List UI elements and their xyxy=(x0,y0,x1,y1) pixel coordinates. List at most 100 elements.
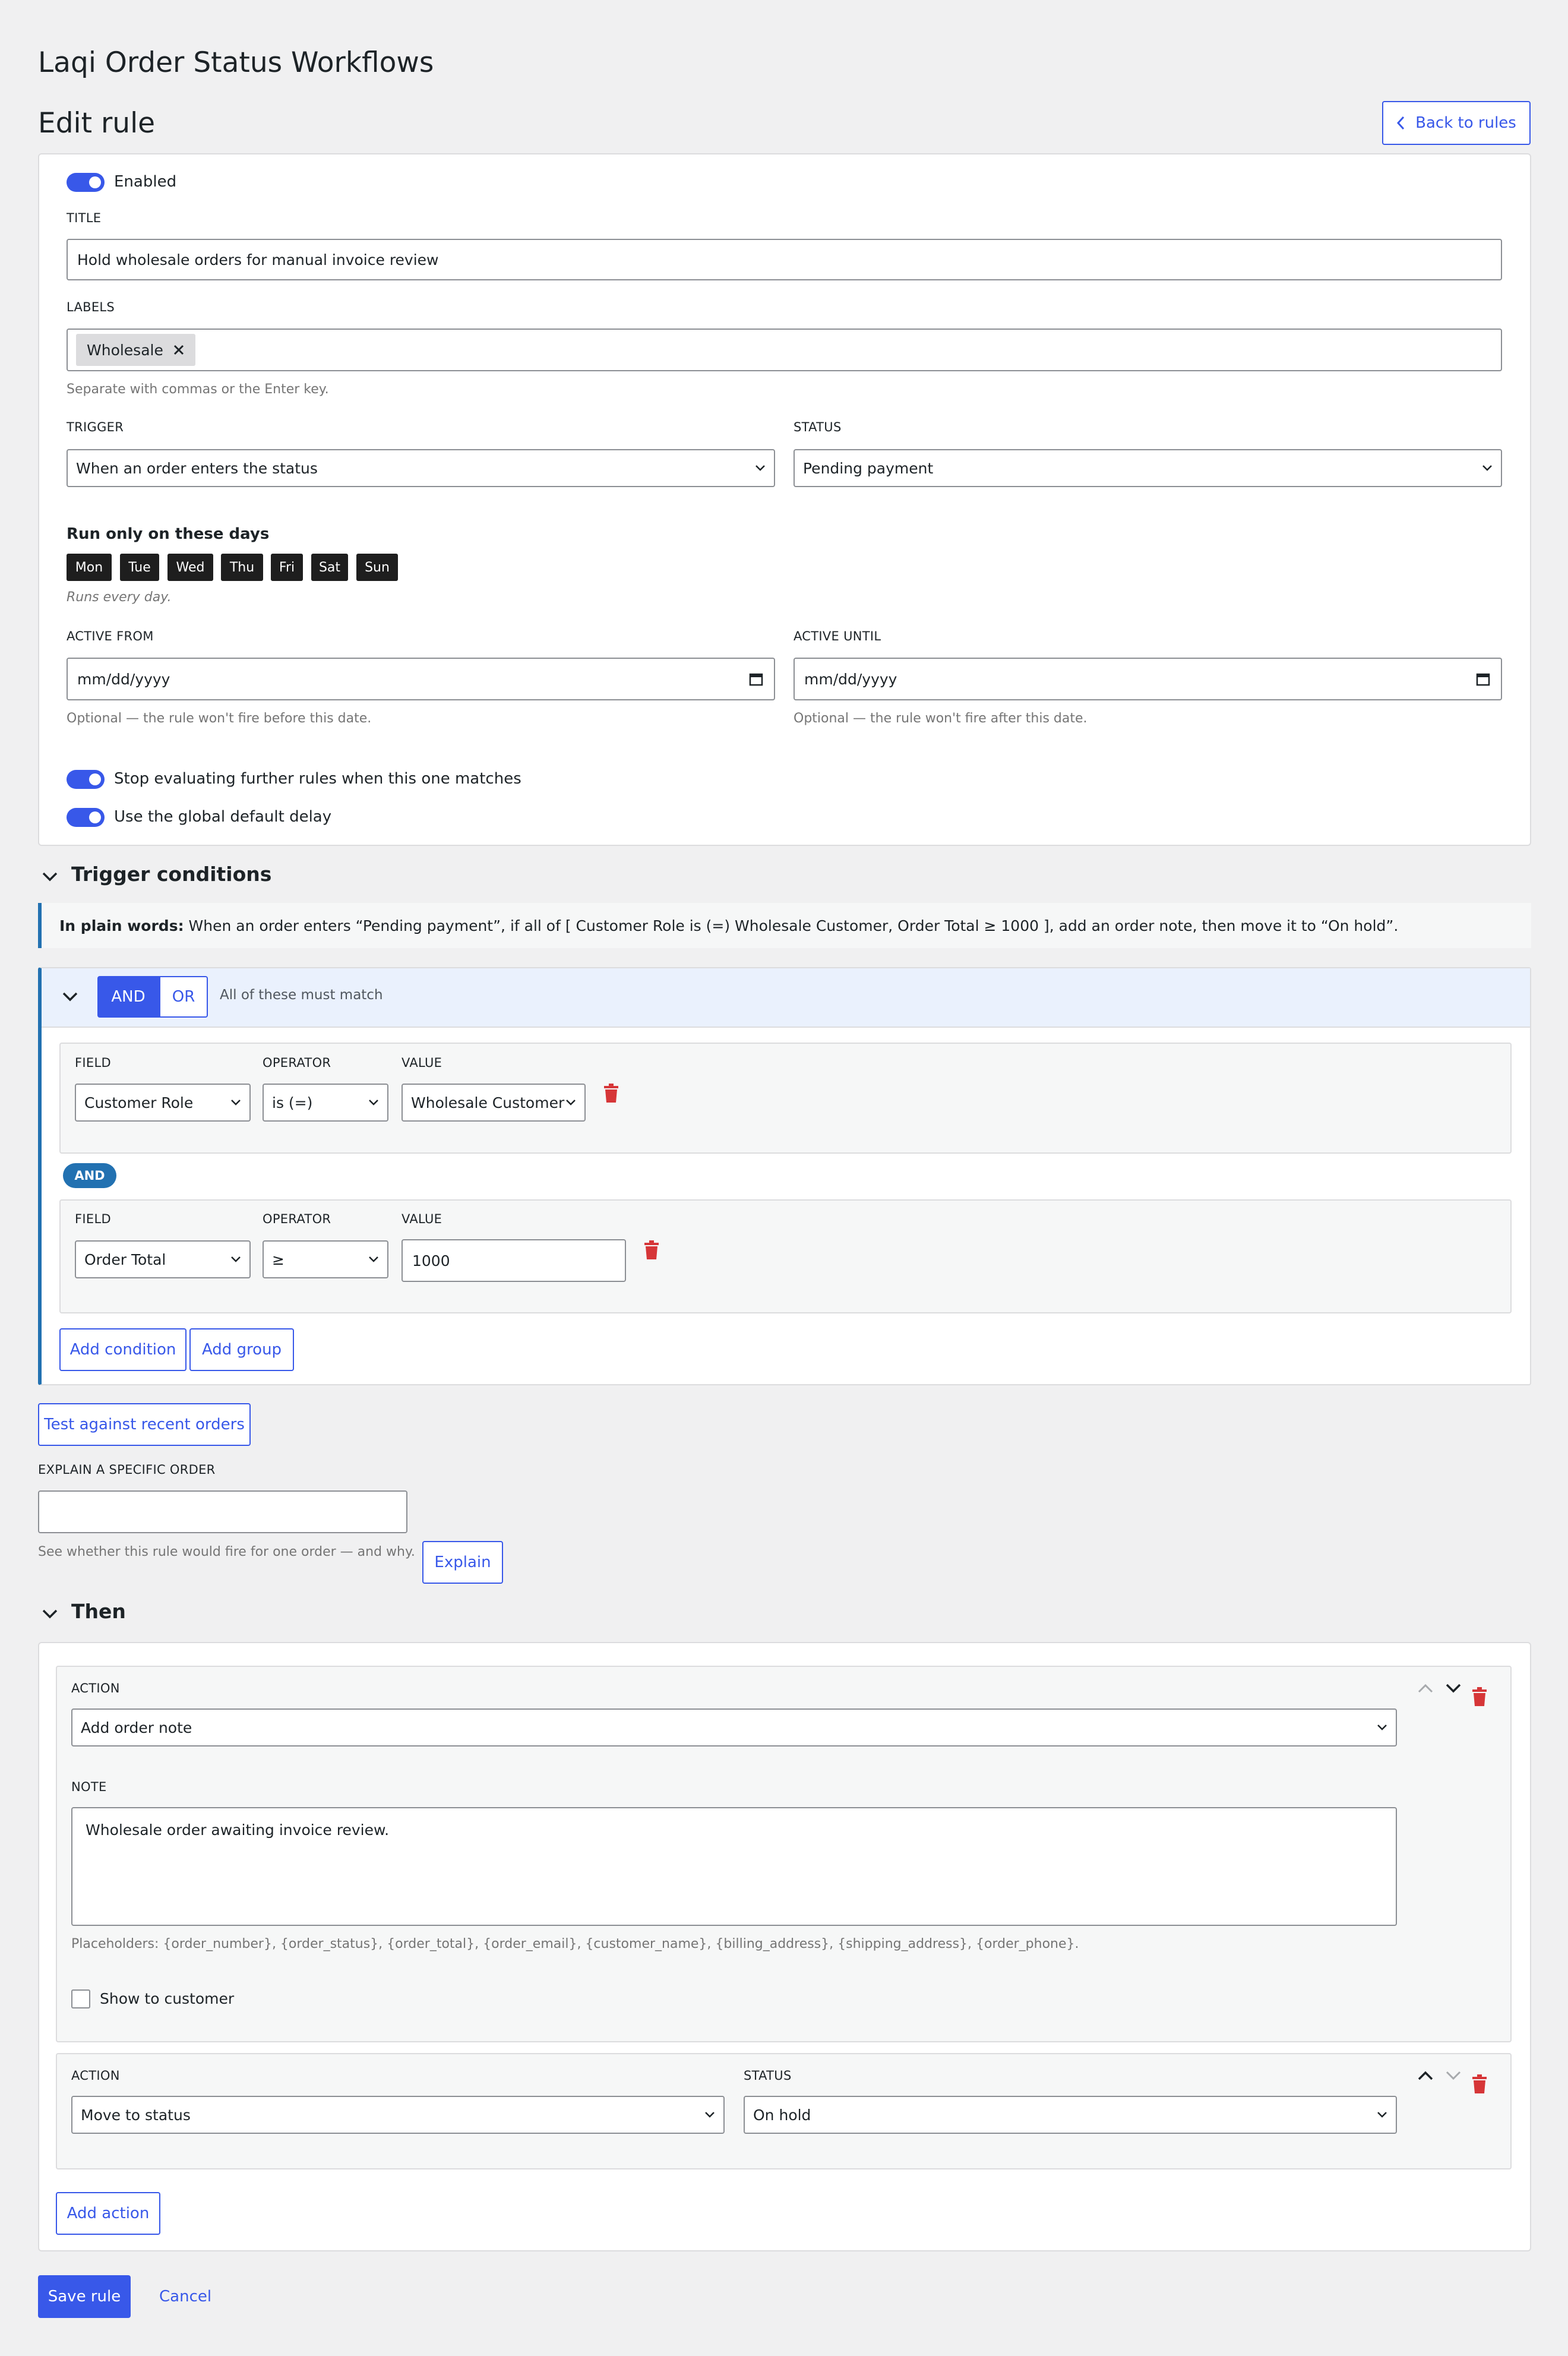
active-until-label: ACTIVE UNTIL xyxy=(794,629,881,643)
action-value: Move to status xyxy=(81,2106,191,2124)
chevron-left-icon xyxy=(1397,116,1405,130)
note-textarea[interactable]: Wholesale order awaiting invoice review. xyxy=(71,1807,1397,1926)
action-label: ACTION xyxy=(71,1681,120,1695)
trash-icon[interactable] xyxy=(1472,2074,1487,2093)
day-tue[interactable]: Tue xyxy=(120,554,159,581)
trash-icon[interactable] xyxy=(603,1084,619,1103)
day-wed[interactable]: Wed xyxy=(167,554,213,581)
labels-help: Separate with commas or the Enter key. xyxy=(67,382,329,397)
global-delay-toggle[interactable] xyxy=(67,808,105,827)
show-to-customer-label: Show to customer xyxy=(100,1990,235,2007)
status-select[interactable]: Pending payment xyxy=(794,449,1502,487)
days-help: Runs every day. xyxy=(67,590,172,605)
show-to-customer-checkbox[interactable] xyxy=(71,1989,90,2008)
value-input[interactable]: 1000 xyxy=(402,1239,626,1282)
or-toggle-button[interactable]: OR xyxy=(159,976,208,1018)
explain-help: See whether this rule would fire for one… xyxy=(38,1545,415,1559)
trigger-label: TRIGGER xyxy=(67,420,124,434)
trigger-select[interactable]: When an order enters the status xyxy=(67,449,775,487)
move-down-icon[interactable] xyxy=(1445,2070,1462,2082)
field-label: FIELD xyxy=(75,1212,111,1226)
operator-select[interactable]: is (=) xyxy=(263,1084,388,1122)
trash-icon[interactable] xyxy=(1472,1687,1487,1706)
chevron-down-icon xyxy=(1377,2112,1387,2118)
value-label: VALUE xyxy=(402,1056,442,1070)
action-status-select[interactable]: On hold xyxy=(744,2096,1397,2134)
field-label: FIELD xyxy=(75,1056,111,1070)
active-from-input[interactable]: mm/dd/yyyy xyxy=(67,658,775,700)
add-condition-button[interactable]: Add condition xyxy=(59,1328,186,1371)
action-status-label: STATUS xyxy=(744,2068,792,2083)
placeholders-help: Placeholders: {order_number}, {order_sta… xyxy=(71,1937,1079,1951)
calendar-icon[interactable] xyxy=(749,672,763,686)
days-heading: Run only on these days xyxy=(67,525,270,543)
trigger-value: When an order enters the status xyxy=(76,459,318,477)
chevron-down-icon xyxy=(1482,465,1492,471)
field-select[interactable]: Order Total xyxy=(75,1240,251,1278)
status-value: Pending payment xyxy=(803,459,934,477)
then-heading: Then xyxy=(71,1600,126,1623)
day-thu[interactable]: Thu xyxy=(221,554,263,581)
move-up-icon[interactable] xyxy=(1417,2070,1434,2082)
label-tag-wholesale: Wholesale xyxy=(76,334,195,366)
add-group-button[interactable]: Add group xyxy=(189,1328,294,1371)
move-down-icon[interactable] xyxy=(1445,1682,1462,1694)
save-rule-button[interactable]: Save rule xyxy=(38,2275,131,2318)
chevron-down-icon[interactable] xyxy=(62,991,78,1003)
field-select[interactable]: Customer Role xyxy=(75,1084,251,1122)
labels-label: LABELS xyxy=(67,300,115,314)
day-sun[interactable]: Sun xyxy=(356,554,398,581)
operator-label: OPERATOR xyxy=(263,1212,331,1226)
note-text: Wholesale order awaiting invoice review. xyxy=(86,1821,390,1839)
day-fri[interactable]: Fri xyxy=(271,554,303,581)
action-select[interactable]: Add order note xyxy=(71,1708,1397,1747)
chevron-down-icon[interactable] xyxy=(42,871,58,883)
action-value: Add order note xyxy=(81,1719,192,1736)
add-action-button[interactable]: Add action xyxy=(56,2192,160,2235)
label-tag-text: Wholesale xyxy=(87,341,163,359)
chevron-down-icon xyxy=(566,1100,576,1106)
action-label: ACTION xyxy=(71,2068,120,2083)
title-label: TITLE xyxy=(67,211,102,225)
value-select[interactable]: Wholesale Customer xyxy=(402,1084,586,1122)
stop-evaluating-toggle[interactable] xyxy=(67,770,105,789)
back-to-rules-button[interactable]: Back to rules xyxy=(1382,101,1531,145)
title-input[interactable]: Hold wholesale orders for manual invoice… xyxy=(67,239,1502,280)
operator-select[interactable]: ≥ xyxy=(263,1240,388,1278)
chevron-down-icon xyxy=(1377,1725,1387,1730)
day-sat[interactable]: Sat xyxy=(311,554,348,581)
day-mon[interactable]: Mon xyxy=(67,554,112,581)
trash-icon[interactable] xyxy=(644,1240,659,1259)
cancel-link[interactable]: Cancel xyxy=(159,2288,211,2306)
plain-words-text: When an order enters “Pending payment”, … xyxy=(188,917,1399,934)
condition-group xyxy=(38,967,1531,1385)
explain-button[interactable]: Explain xyxy=(422,1541,503,1584)
active-from-label: ACTIVE FROM xyxy=(67,629,154,643)
conditions-heading: Trigger conditions xyxy=(71,863,272,886)
active-until-placeholder: mm/dd/yyyy xyxy=(804,670,897,688)
chevron-down-icon xyxy=(705,2112,715,2118)
test-recent-orders-button[interactable]: Test against recent orders xyxy=(38,1403,251,1446)
explain-order-input[interactable] xyxy=(38,1490,407,1533)
plain-words-summary: In plain words: When an order enters “Pe… xyxy=(38,903,1531,948)
chevron-down-icon xyxy=(369,1256,378,1262)
enabled-label: Enabled xyxy=(114,173,177,191)
app-title: Laqi Order Status Workflows xyxy=(38,46,434,79)
active-until-input[interactable]: mm/dd/yyyy xyxy=(794,658,1502,700)
global-delay-label: Use the global default delay xyxy=(114,808,332,826)
chevron-down-icon xyxy=(231,1100,241,1106)
labels-input[interactable]: Wholesale xyxy=(67,329,1502,371)
close-icon[interactable] xyxy=(173,344,185,356)
explain-label: EXPLAIN A SPECIFIC ORDER xyxy=(38,1463,216,1477)
and-toggle-button[interactable]: AND xyxy=(97,976,159,1018)
operator-value: ≥ xyxy=(272,1250,284,1268)
chevron-down-icon xyxy=(755,465,765,471)
move-up-icon[interactable] xyxy=(1417,1682,1434,1694)
calendar-icon[interactable] xyxy=(1476,672,1490,686)
back-to-rules-label: Back to rules xyxy=(1415,114,1516,132)
chevron-down-icon[interactable] xyxy=(42,1608,58,1620)
action-select[interactable]: Move to status xyxy=(71,2096,725,2134)
active-from-help: Optional — the rule won't fire before th… xyxy=(67,711,372,726)
field-value: Customer Role xyxy=(84,1094,194,1111)
enabled-toggle[interactable] xyxy=(67,173,105,192)
